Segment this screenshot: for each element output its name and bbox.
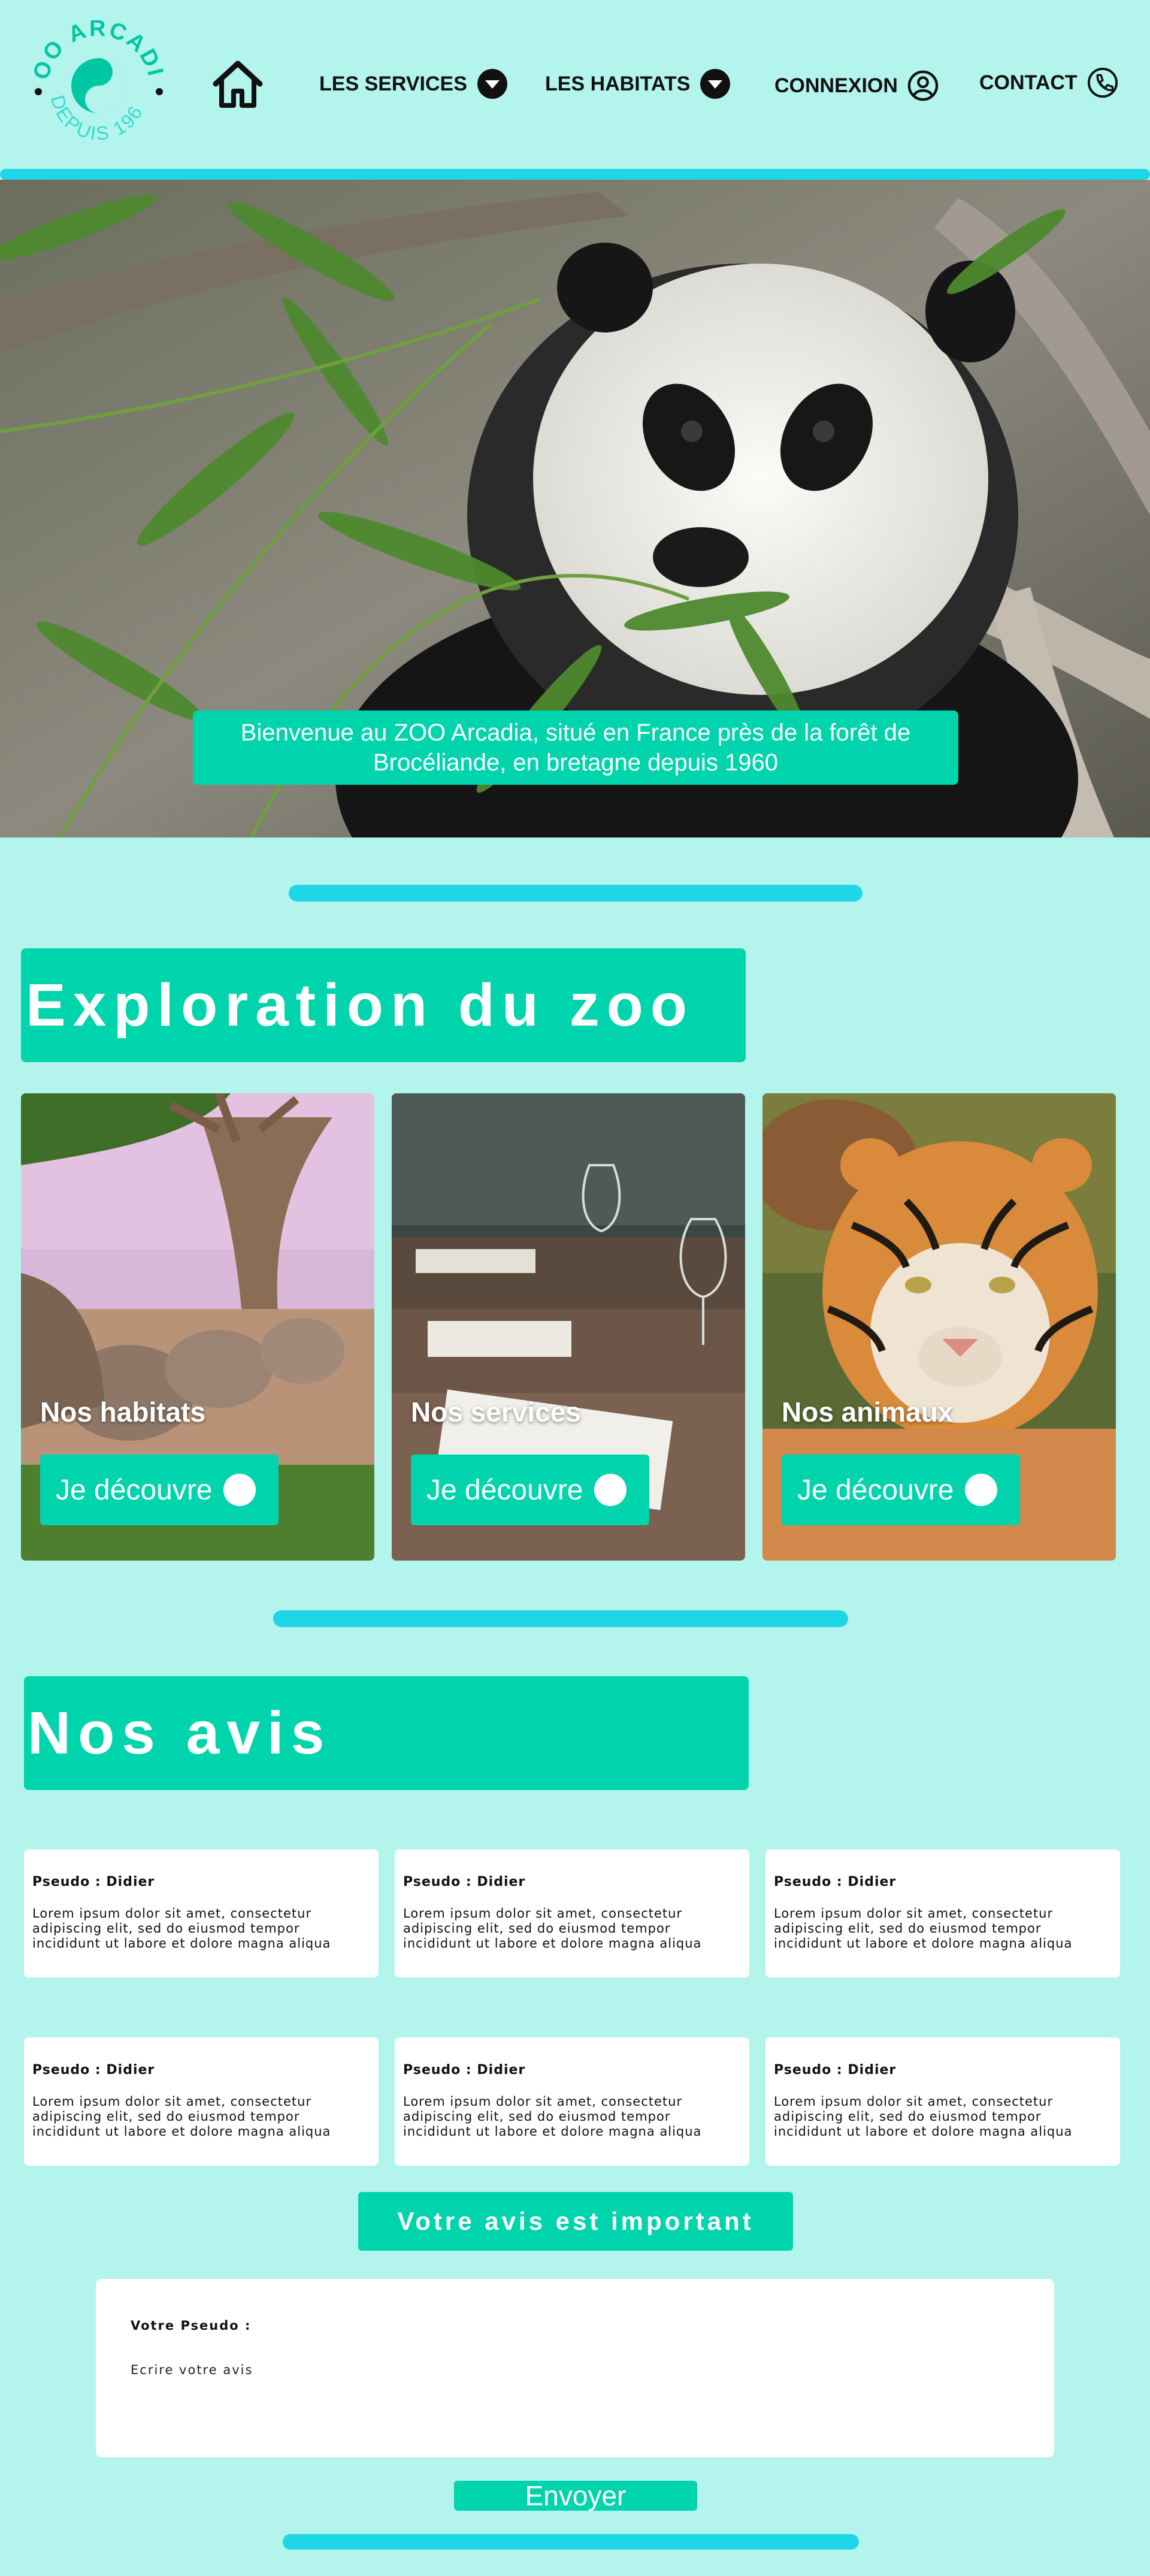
review-text: Lorem ipsum dolor sit amet, consectetur … [32,2094,331,2139]
nav-services[interactable]: LES SERVICES [319,66,508,102]
review-text: Lorem ipsum dolor sit amet, consectetur … [774,2094,1073,2139]
review-textarea[interactable] [131,2363,1017,2441]
section-divider [289,885,862,902]
review-pseudo: Pseudo : Didier [403,1874,526,1889]
card-services-title: Nos services [411,1396,581,1428]
card-animaux[interactable]: Nos animaux Je découvre [762,1093,1116,1561]
review-text: Lorem ipsum dolor sit amet, consectetur … [403,2094,702,2139]
review-card: Pseudo : Didier Lorem ipsum dolor sit am… [24,2037,379,2166]
header-divider [0,169,1150,180]
feedback-cta-banner: Votre avis est important [358,2192,793,2251]
nav-connexion[interactable]: CONNEXION [774,68,939,104]
exploration-title: Exploration du zoo [21,948,746,1062]
card-habitats-title: Nos habitats [40,1396,206,1428]
phone-icon [1087,67,1118,98]
review-card: Pseudo : Didier Lorem ipsum dolor sit am… [24,1849,379,1978]
site-header: ZOO ARCADIA DEPUIS 1960 LES SERVICES LES… [0,0,1150,171]
review-text: Lorem ipsum dolor sit amet, consectetur … [32,1906,331,1951]
play-circle-icon [416,1457,627,1506]
discover-button-label: Je découvre [426,1474,583,1506]
nav-services-label: LES SERVICES [319,72,467,95]
chevron-down-circle-icon [700,68,731,99]
discover-button-label: Je découvre [56,1474,213,1506]
card-animaux-discover-button[interactable]: Je découvre [782,1455,1020,1525]
user-circle-icon [907,70,939,101]
send-button[interactable]: Envoyer [454,2480,697,2511]
reviews-title: Nos avis [24,1676,749,1790]
nav-contact-label: CONTACT [979,71,1078,94]
nav-connexion-label: CONNEXION [774,74,898,97]
nav-contact[interactable]: CONTACT [979,65,1118,101]
section-divider [273,1610,848,1627]
review-pseudo: Pseudo : Didier [32,2063,155,2078]
review-card: Pseudo : Didier Lorem ipsum dolor sit am… [395,1849,749,1978]
zoo-arcadia-logo[interactable]: ZOO ARCADIA DEPUIS 1960 [21,0,168,153]
review-card: Pseudo : Didier Lorem ipsum dolor sit am… [395,2037,749,2166]
card-services[interactable]: Nos services Je découvre [392,1093,745,1561]
play-circle-icon [786,1457,997,1506]
review-card: Pseudo : Didier Lorem ipsum dolor sit am… [765,2037,1120,2166]
card-habitats-discover-button[interactable]: Je découvre [40,1455,279,1525]
chevron-down-circle-icon [477,68,508,99]
review-pseudo: Pseudo : Didier [32,1874,155,1889]
hero-welcome-caption: Bienvenue au ZOO Arcadia, situé en Franc… [193,710,958,785]
footer-divider [283,2534,859,2550]
discover-button-label: Je découvre [797,1474,954,1506]
home-button[interactable] [211,59,265,110]
review-pseudo: Pseudo : Didier [774,1874,897,1889]
play-circle-icon [45,1457,256,1506]
review-card: Pseudo : Didier Lorem ipsum dolor sit am… [765,1849,1120,1978]
home-icon [213,61,263,108]
pseudo-input[interactable] [252,2312,671,2336]
review-pseudo: Pseudo : Didier [774,2063,897,2078]
review-text: Lorem ipsum dolor sit amet, consectetur … [403,1906,702,1951]
pseudo-label: Votre Pseudo : [131,2318,252,2333]
nav-habitats[interactable]: LES HABITATS [545,66,731,102]
card-habitats[interactable]: Nos habitats Je découvre [21,1093,374,1561]
card-services-discover-button[interactable]: Je découvre [411,1455,649,1525]
feedback-form: Votre Pseudo : [96,2279,1054,2457]
card-animaux-title: Nos animaux [782,1396,954,1428]
hero-banner: Bienvenue au ZOO Arcadia, situé en Franc… [0,180,1150,837]
nav-habitats-label: LES HABITATS [545,72,691,95]
review-pseudo: Pseudo : Didier [403,2063,526,2078]
review-text: Lorem ipsum dolor sit amet, consectetur … [774,1906,1073,1951]
